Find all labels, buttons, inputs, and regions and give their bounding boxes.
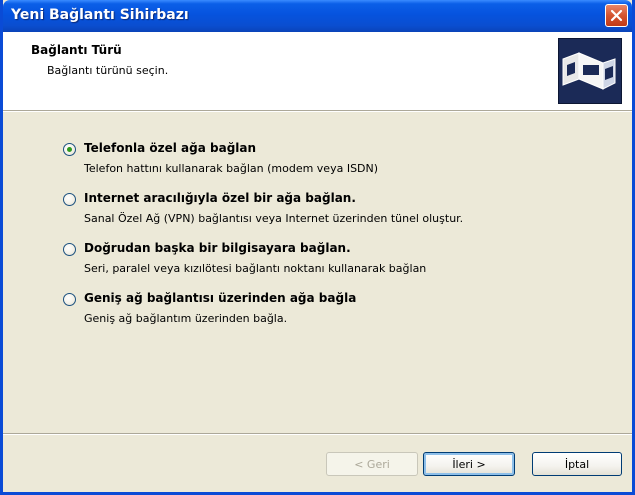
- close-icon: [610, 9, 623, 22]
- page-subtitle: Bağlantı türünü seçin.: [47, 64, 169, 77]
- back-button[interactable]: < Geri: [326, 452, 418, 476]
- option-label[interactable]: Telefonla özel ağa bağlan: [84, 141, 256, 155]
- title-bar[interactable]: Yeni Bağlantı Sihirbazı: [3, 0, 632, 32]
- window-title: Yeni Bağlantı Sihirbazı: [11, 7, 189, 23]
- wizard-window: Yeni Bağlantı Sihirbazı Bağlantı Türü Ba…: [0, 0, 635, 495]
- button-area-separator: [3, 433, 632, 435]
- option-description: Telefon hattını kullanarak bağlan (modem…: [84, 162, 379, 175]
- network-connection-icon: [558, 38, 622, 104]
- option-description: Geniş ağ bağlantım üzerinden bağla.: [84, 312, 288, 325]
- radio-broadband[interactable]: [63, 293, 76, 306]
- radio-dialup[interactable]: [63, 143, 76, 156]
- header-divider: [3, 111, 632, 112]
- option-description: Sanal Özel Ağ (VPN) bağlantısı veya Inte…: [84, 212, 464, 225]
- cancel-button[interactable]: İptal: [532, 452, 622, 476]
- option-label[interactable]: Geniş ağ bağlantısı üzerinden ağa bağla: [84, 291, 356, 305]
- next-button[interactable]: İleri >: [423, 452, 515, 476]
- option-label[interactable]: Internet aracılığıyla özel bir ağa bağla…: [84, 191, 356, 205]
- close-button[interactable]: [605, 4, 628, 27]
- radio-direct[interactable]: [63, 243, 76, 256]
- page-title: Bağlantı Türü: [31, 43, 122, 57]
- wizard-header: Bağlantı Türü Bağlantı türünü seçin.: [3, 32, 632, 111]
- option-description: Seri, paralel veya kızılötesi bağlantı n…: [84, 262, 427, 275]
- radio-vpn[interactable]: [63, 193, 76, 206]
- option-label[interactable]: Doğrudan başka bir bilgisayara bağlan.: [84, 241, 351, 255]
